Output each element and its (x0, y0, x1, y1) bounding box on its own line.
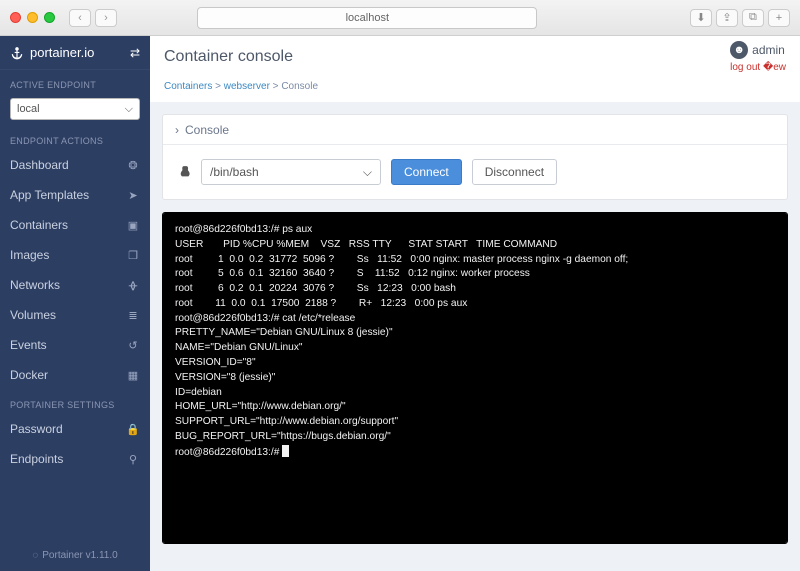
chevron-updown-icon: ⌵ (363, 165, 372, 180)
terminal-panel: root@86d226f0bd13:/# ps aux USER PID %CP… (162, 212, 788, 544)
browser-forward-button[interactable]: › (95, 9, 117, 27)
breadcrumb-current: Console (281, 81, 318, 92)
topbar: Container console ☻ admin log out �ew (150, 36, 800, 78)
sidebar-item-label: Endpoints (10, 452, 63, 466)
plug-icon: ⚲ (126, 453, 140, 466)
sidebar: portainer.io ⇄ ACTIVE ENDPOINT local ⌵ E… (0, 36, 150, 571)
close-window-icon[interactable] (10, 12, 21, 23)
lock-icon: 🔒 (126, 423, 140, 436)
endpoint-select[interactable]: local ⌵ (10, 98, 140, 120)
sidebar-item-label: Images (10, 248, 49, 262)
console-panel-header[interactable]: › Console (163, 115, 787, 145)
cubes-icon: ▣ (126, 219, 140, 232)
portainer-settings-label: PORTAINER SETTINGS (0, 390, 150, 414)
breadcrumb-webserver[interactable]: webserver (224, 81, 270, 92)
th-icon: ▦ (126, 369, 140, 382)
version-text: Portainer v1.11.0 (42, 550, 117, 561)
chevron-updown-icon: ⌵ (125, 103, 133, 116)
main: Container console ☻ admin log out �ew Co… (150, 36, 800, 571)
sidebar-item-label: App Templates (10, 188, 89, 202)
user-circle-icon: ☻ (730, 41, 748, 59)
disconnect-button[interactable]: Disconnect (472, 159, 557, 185)
add-tab-icon[interactable]: + (768, 9, 790, 27)
database-icon: ≣ (126, 309, 140, 322)
logout-link[interactable]: log out �ew (730, 62, 786, 73)
sitemap-icon: ᚖ (126, 279, 140, 292)
download-icon[interactable]: ⬇ (690, 9, 712, 27)
active-endpoint-label: ACTIVE ENDPOINT (0, 70, 150, 94)
sidebar-toggle-icon[interactable]: ⇄ (130, 46, 140, 60)
terminal-cursor (282, 445, 289, 457)
share-icon[interactable]: ⇪ (716, 9, 738, 27)
endpoint-actions-label: ENDPOINT ACTIONS (0, 126, 150, 150)
terminal-output: root@86d226f0bd13:/# ps aux USER PID %CP… (175, 224, 628, 458)
sidebar-item-events[interactable]: Events ↺ (0, 330, 150, 360)
sidebar-item-label: Dashboard (10, 158, 69, 172)
breadcrumb: Containers > webserver > Console (150, 77, 800, 102)
sidebar-item-label: Networks (10, 278, 60, 292)
sidebar-item-label: Password (10, 422, 63, 436)
sidebar-item-endpoints[interactable]: Endpoints ⚲ (0, 444, 150, 474)
brand[interactable]: portainer.io ⇄ (0, 36, 150, 70)
anchor-icon (10, 46, 24, 60)
linux-icon (177, 165, 191, 179)
sidebar-footer: ◌ Portainer v1.11.0 (0, 540, 150, 571)
tachometer-icon: ❂ (126, 159, 140, 172)
terminal[interactable]: root@86d226f0bd13:/# ps aux USER PID %CP… (163, 213, 787, 543)
browser-back-button[interactable]: ‹ (69, 9, 91, 27)
sidebar-item-networks[interactable]: Networks ᚖ (0, 270, 150, 300)
console-panel: › Console /bin/bash ⌵ Connect Disconnect (162, 114, 788, 200)
sidebar-item-label: Docker (10, 368, 48, 382)
window-controls (10, 12, 55, 23)
username: admin (752, 43, 785, 57)
brand-text: portainer.io (30, 45, 94, 60)
sidebar-item-images[interactable]: Images ❐ (0, 240, 150, 270)
sidebar-item-label: Events (10, 338, 47, 352)
sidebar-item-label: Containers (10, 218, 68, 232)
connect-button[interactable]: Connect (391, 159, 462, 185)
page-title: Container console (164, 48, 293, 66)
minimize-window-icon[interactable] (27, 12, 38, 23)
sidebar-item-label: Volumes (10, 308, 56, 322)
sidebar-item-app-templates[interactable]: App Templates ➤ (0, 180, 150, 210)
tabs-icon[interactable]: ⧉ (742, 9, 764, 27)
shell-select[interactable]: /bin/bash ⌵ (201, 159, 381, 185)
shell-value: /bin/bash (210, 165, 259, 179)
sidebar-item-docker[interactable]: Docker ▦ (0, 360, 150, 390)
browser-chrome: ‹ › localhost ⬇ ⇪ ⧉ + (0, 0, 800, 36)
user-block: ☻ admin (730, 41, 786, 59)
sidebar-item-password[interactable]: Password 🔒 (0, 414, 150, 444)
clone-icon: ❐ (126, 249, 140, 262)
console-panel-title: Console (185, 123, 229, 137)
github-icon: ◌ (32, 550, 38, 561)
history-icon: ↺ (126, 339, 140, 352)
endpoint-value: local (17, 103, 40, 115)
breadcrumb-containers[interactable]: Containers (164, 81, 212, 92)
zoom-window-icon[interactable] (44, 12, 55, 23)
sidebar-item-volumes[interactable]: Volumes ≣ (0, 300, 150, 330)
browser-url-field[interactable]: localhost (197, 7, 537, 29)
rocket-icon: ➤ (126, 189, 140, 202)
chevron-right-icon: › (175, 123, 179, 137)
sidebar-item-dashboard[interactable]: Dashboard ❂ (0, 150, 150, 180)
sidebar-item-containers[interactable]: Containers ▣ (0, 210, 150, 240)
